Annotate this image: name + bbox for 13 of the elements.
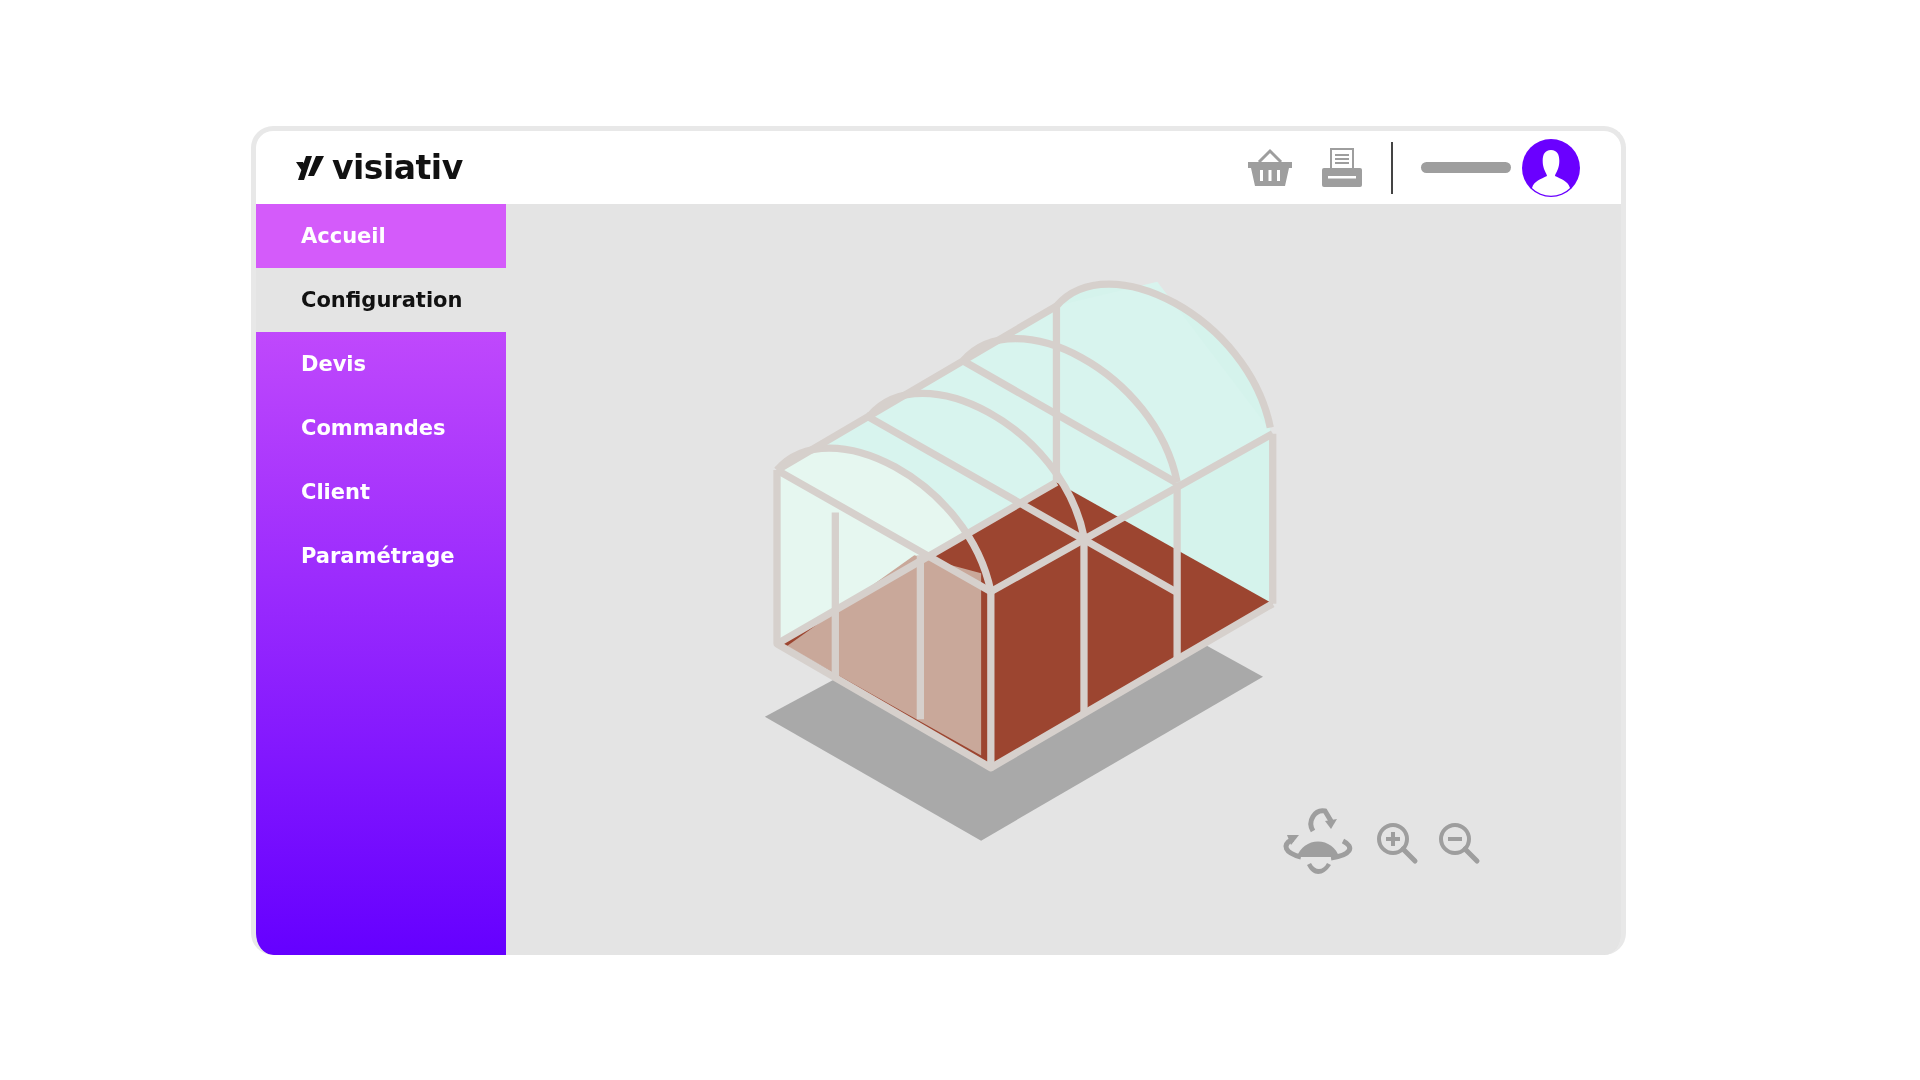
sidebar-item[interactable]: Client [256,460,506,524]
logo-icon [294,153,326,182]
sidebar-item[interactable]: Configuration [256,268,506,332]
basket-icon[interactable] [1247,147,1293,188]
sidebar-item[interactable]: Accueil [256,204,506,268]
logo-text: visiativ [332,148,463,187]
sidebar-item[interactable]: Paramétrage [256,524,506,588]
zoom-in-icon[interactable] [1375,821,1419,865]
user-avatar-icon[interactable] [1521,137,1581,198]
zoom-out-icon[interactable] [1437,821,1481,865]
sidebar-item[interactable]: Devis [256,332,506,396]
sidebar-item[interactable]: Commandes [256,396,506,460]
printer-icon[interactable] [1321,147,1363,188]
